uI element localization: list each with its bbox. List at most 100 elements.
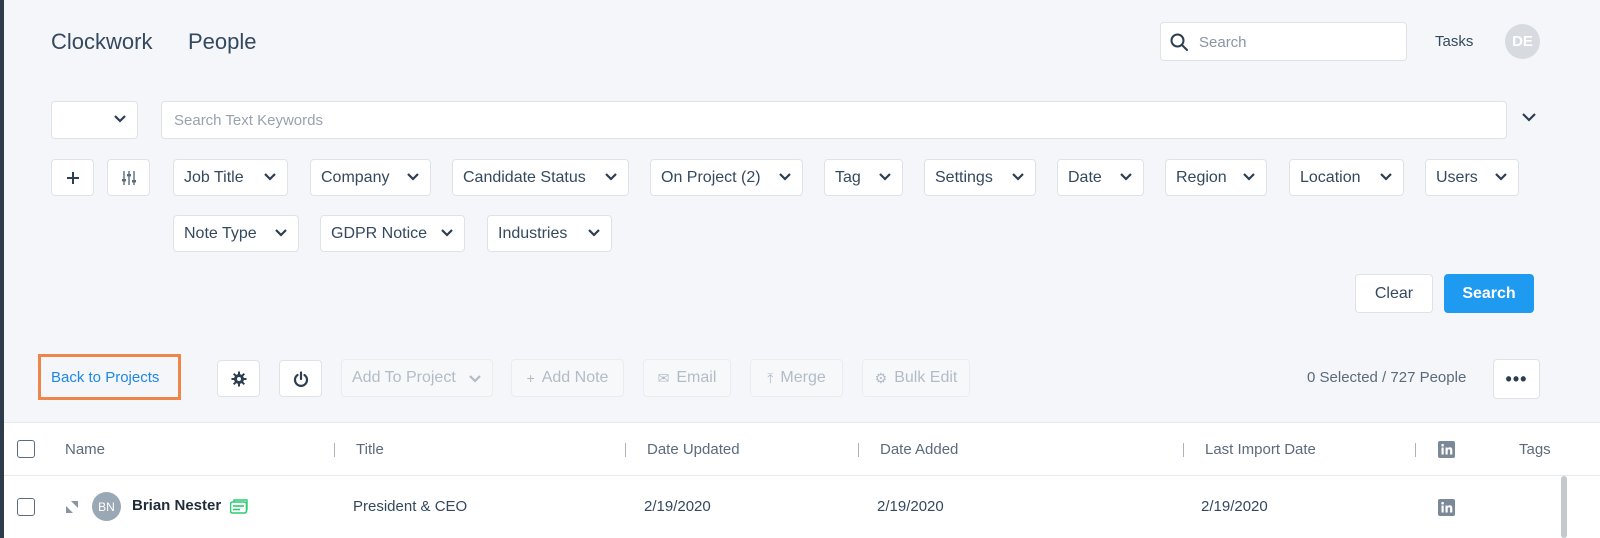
merge-icon: ⤒ [767,369,774,386]
chevron-down-icon [1495,173,1507,181]
filter-job-title[interactable]: Job Title [173,159,288,196]
column-header-date-updated[interactable]: Date Updated [647,441,740,458]
date-updated: 2/19/2020 [644,498,711,515]
filter-region[interactable]: Region [1165,159,1267,196]
add-note-button[interactable]: + Add Note [511,359,624,397]
column-divider[interactable] [1415,443,1416,457]
chevron-down-icon [1120,173,1132,181]
filter-label: Candidate Status [463,168,586,186]
chevron-down-icon [264,173,276,181]
email-label: Email [676,369,717,386]
bulk-edit-label: Bulk Edit [894,369,958,386]
column-header-name[interactable]: Name [65,441,105,458]
chevron-down-icon [1243,173,1255,181]
column-header-last-import[interactable]: Last Import Date [1205,441,1316,458]
column-header-date-added[interactable]: Date Added [880,441,958,458]
table-scrollbar[interactable] [1561,476,1567,538]
filter-tag[interactable]: Tag [824,159,903,196]
filter-users[interactable]: Users [1425,159,1519,196]
filter-label: On Project (2) [661,168,761,186]
column-divider[interactable] [334,443,335,457]
envelope-icon: ✉ [657,369,670,386]
contact-card-icon[interactable] [230,499,248,514]
filter-company[interactable]: Company [310,159,431,196]
column-divider[interactable] [625,443,626,457]
column-divider[interactable] [1183,443,1184,457]
filter-settings[interactable]: Settings [924,159,1036,196]
filter-label: Industries [498,224,568,242]
select-all-checkbox[interactable] [17,440,35,458]
column-header-tags[interactable]: Tags [1519,441,1551,458]
last-import-date: 2/19/2020 [1201,498,1268,515]
brand-title[interactable]: Clockwork [51,29,152,55]
chevron-down-icon [114,115,126,123]
back-to-projects-link[interactable]: Back to Projects [38,354,181,400]
gear-icon [231,371,246,386]
chevron-down-icon [605,173,617,181]
email-button[interactable]: ✉ Email [643,359,731,397]
chevron-down-icon[interactable] [1521,112,1537,124]
chevron-down-icon [275,229,287,237]
people-table: Name Title Date Updated Date Added Last … [4,422,1600,538]
filter-label: Region [1176,168,1227,186]
power-icon [293,370,308,387]
filter-settings-button[interactable] [107,159,150,196]
linkedin-icon[interactable] [1438,441,1455,458]
filter-location[interactable]: Location [1289,159,1404,196]
tasks-link[interactable]: Tasks [1435,33,1473,50]
add-note-label: Add Note [541,369,609,386]
bulk-edit-button[interactable]: ⚙ Bulk Edit [862,359,970,397]
add-to-project-label: Add To Project [352,369,456,386]
plus-icon: + [526,370,535,386]
person-name-link[interactable]: Brian Nester [132,497,221,514]
chevron-down-icon [588,229,600,237]
sliders-icon [121,170,136,185]
add-to-project-dropdown[interactable]: Add To Project [341,359,493,397]
filter-label: GDPR Notice [331,224,428,242]
column-header-title[interactable]: Title [356,441,384,458]
plus-icon [66,171,79,184]
merge-button[interactable]: ⤒ Merge [750,359,843,397]
global-search-input[interactable] [1199,31,1399,53]
chevron-down-icon [879,173,891,181]
filter-label: Note Type [184,224,257,242]
clear-button[interactable]: Clear [1355,274,1433,313]
search-mode-select[interactable] [51,101,138,139]
gear-icon: ⚙ [874,369,888,386]
person-title: President & CEO [353,498,468,515]
filter-label: Job Title [184,168,244,186]
power-button[interactable] [279,360,322,397]
filter-label: Users [1436,168,1478,186]
chevron-down-icon [441,229,453,237]
filter-label: Location [1300,168,1361,186]
keyword-search-input[interactable] [161,101,1507,139]
filter-label: Company [321,168,390,186]
filter-industries[interactable]: Industries [487,215,612,252]
avatar: BN [92,492,121,521]
filter-label: Date [1068,168,1102,186]
filter-on-project[interactable]: On Project (2) [650,159,803,196]
search-button[interactable]: Search [1444,274,1534,313]
global-search-box[interactable] [1160,22,1407,61]
back-to-projects-label: Back to Projects [51,368,160,386]
filter-candidate-status[interactable]: Candidate Status [452,159,629,196]
table-header-row: Name Title Date Updated Date Added Last … [4,423,1600,476]
filter-gdpr-notice[interactable]: GDPR Notice [320,215,465,252]
row-checkbox[interactable] [17,498,35,516]
more-options-button[interactable]: ••• [1493,359,1540,399]
filter-label: Tag [835,168,861,186]
add-filter-button[interactable] [51,159,94,196]
chevron-down-icon [469,375,481,383]
filter-note-type[interactable]: Note Type [173,215,299,252]
linkedin-icon[interactable] [1438,499,1455,516]
column-divider[interactable] [858,443,859,457]
chevron-down-icon [1012,173,1024,181]
expand-row-icon[interactable] [66,501,78,513]
settings-button[interactable] [217,360,260,397]
search-icon [1170,33,1188,51]
user-avatar[interactable]: DE [1505,24,1540,59]
chevron-down-icon [1380,173,1392,181]
filter-date[interactable]: Date [1057,159,1144,196]
filter-label: Settings [935,168,993,186]
page-title: People [188,29,257,54]
